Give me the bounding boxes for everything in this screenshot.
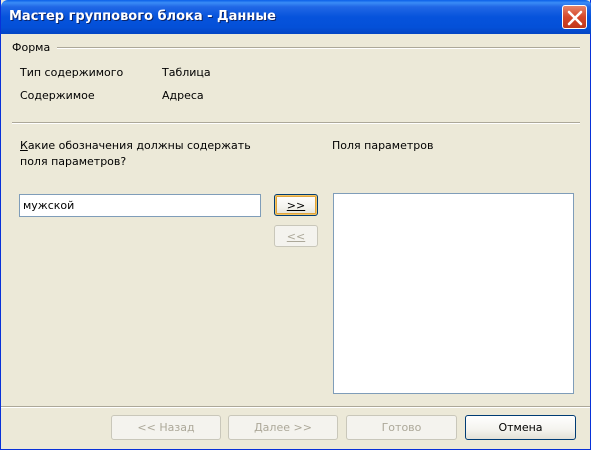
form-section-divider [57,47,580,49]
finish-button-label: Готово [381,421,422,434]
title-bar[interactable]: Мастер группового блока - Данные [1,0,591,34]
window-title: Мастер группового блока - Данные [9,9,276,24]
remove-button[interactable]: << [274,225,318,247]
section-divider [12,122,580,124]
content-label: Содержимое [20,89,95,102]
label-input-value: мужской [23,199,75,212]
close-icon [567,10,583,26]
question-line2: поля параметров? [20,155,127,168]
cancel-button-label: Отмена [498,421,543,434]
add-button-label: >> [286,199,306,212]
label-input[interactable]: мужской [19,194,261,217]
cancel-button[interactable]: Отмена [465,415,576,440]
add-button[interactable]: >> [274,194,318,216]
params-list[interactable] [333,193,574,394]
next-button[interactable]: Далее >> [228,415,338,440]
question-line1: Какие обозначения должны содержать [20,139,251,152]
form-section-label: Форма [12,41,51,54]
params-label: Поля параметров [332,139,434,152]
wizard-window: Мастер группового блока - Данные Форма Т… [0,0,591,450]
next-button-label: Далее >> [254,421,312,434]
remove-button-label: << [286,230,306,243]
close-button[interactable] [562,5,587,29]
back-button[interactable]: << Назад [111,415,221,440]
back-button-label: << Назад [137,421,195,434]
content-type-label: Тип содержимого [20,66,124,79]
content-value: Адреса [162,89,204,102]
question-line1-rest: акие обозначения должны содержать [27,139,251,152]
finish-button[interactable]: Готово [346,415,457,440]
content-type-value: Таблица [162,66,211,79]
footer-divider [1,406,590,408]
